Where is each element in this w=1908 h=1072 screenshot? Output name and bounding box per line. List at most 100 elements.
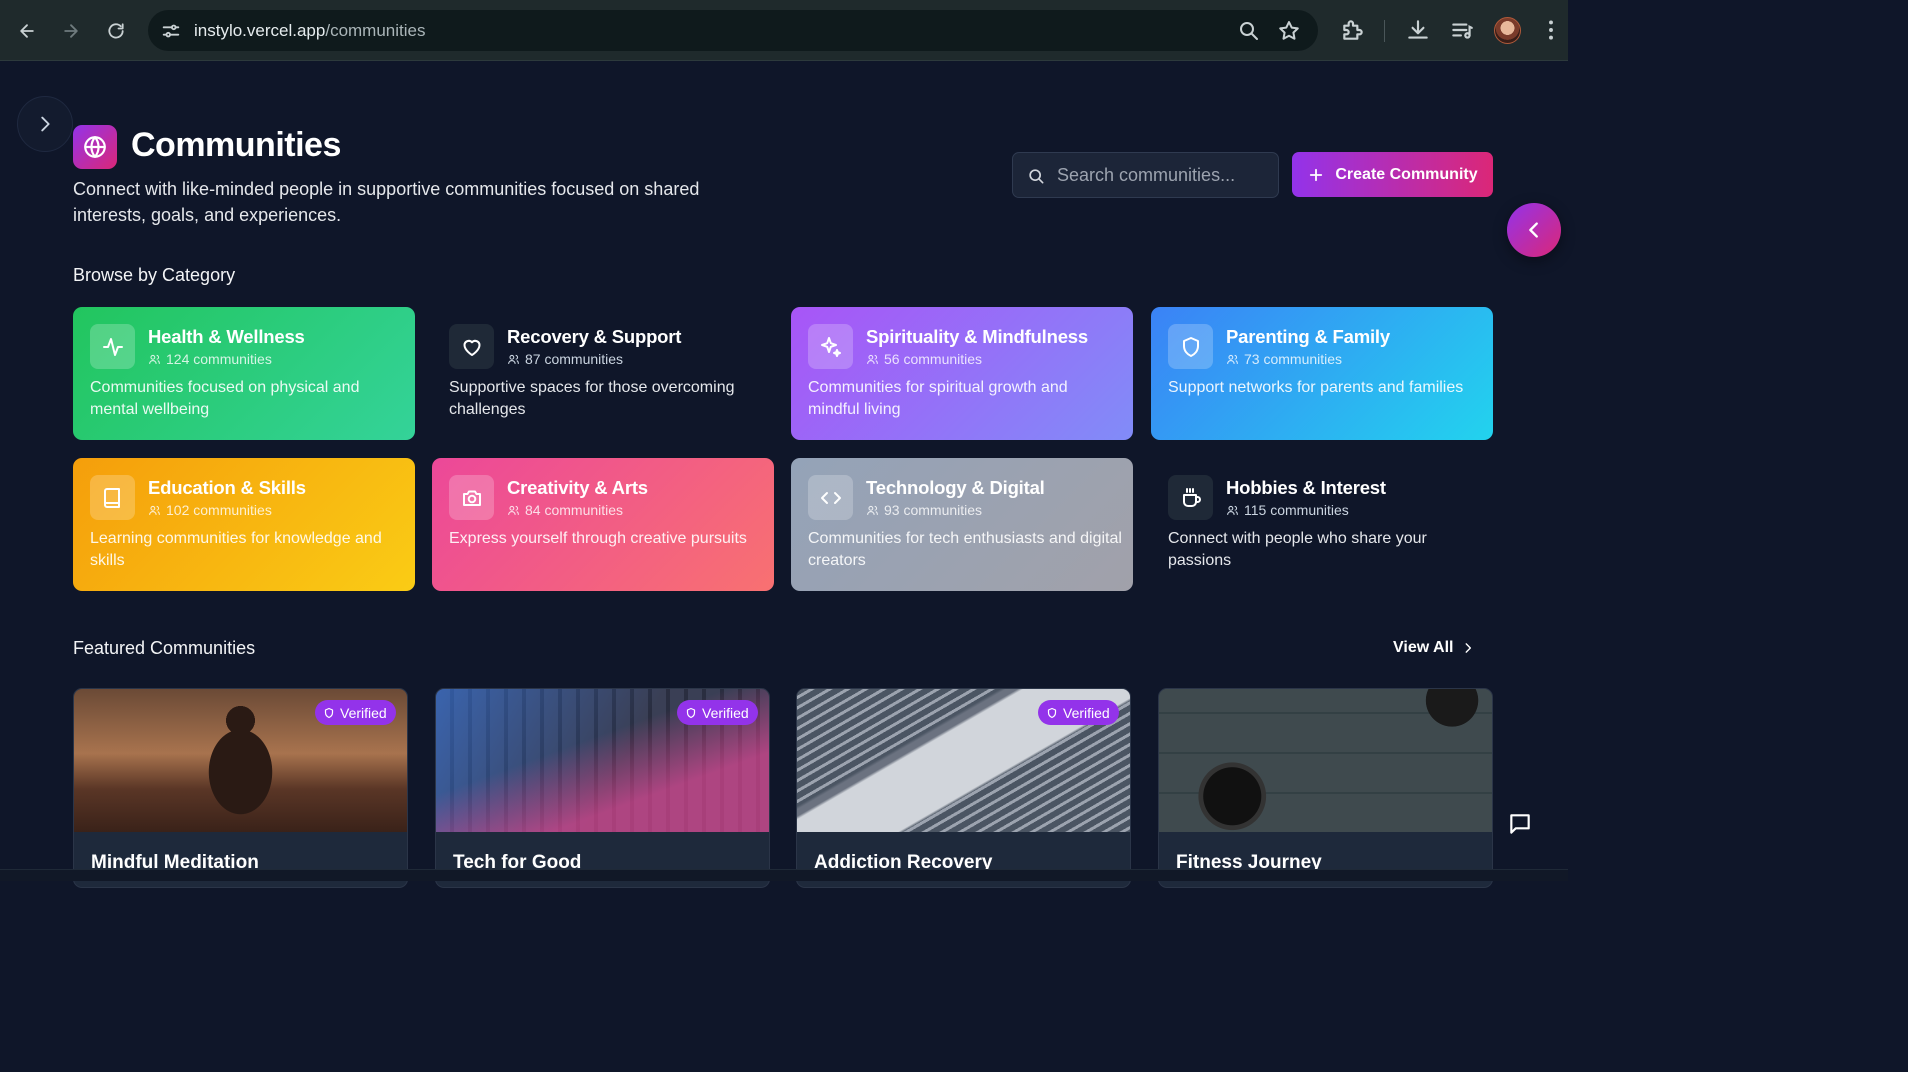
shield-icon [1182,336,1199,357]
toolbar-divider [1384,20,1385,42]
search-box[interactable] [1012,152,1279,198]
category-description: Support networks for parents and familie… [1168,379,1464,396]
category-card-education[interactable]: Education & Skills 102 communities Learn… [73,458,415,591]
address-bar[interactable]: instylo.vercel.app/communities [148,10,1318,51]
barbell-image [1159,689,1492,832]
category-description: Communities focused on physical and ment… [90,379,360,418]
category-count: 84 communities [507,502,623,518]
sidebar-expand-button[interactable] [17,96,73,152]
horizontal-scrollbar[interactable] [0,869,1568,881]
category-count-text: 115 communities [1244,502,1349,518]
url-host: instylo.vercel.app [194,21,326,40]
verified-label: Verified [702,704,749,721]
extensions-icon[interactable] [1340,17,1366,43]
category-name: Hobbies & Interest [1226,477,1386,498]
url-path: /communities [325,21,426,40]
category-name: Creativity & Arts [507,477,648,498]
book-icon [103,487,120,508]
category-card-recovery[interactable]: Recovery & Support 87 communities Suppor… [432,307,774,440]
url-text: instylo.vercel.app/communities [194,21,425,41]
category-name: Health & Wellness [148,326,305,347]
featured-card-meditation[interactable]: Verified Mindful Meditation [73,688,408,888]
browse-category-heading: Browse by Category [73,265,236,285]
more-menu-icon[interactable] [1538,17,1564,43]
category-name: Parenting & Family [1226,326,1390,347]
reload-icon [108,23,124,39]
category-card-technology[interactable]: Technology & Digital 93 communities Comm… [791,458,1133,591]
shield-icon [686,707,696,718]
category-count: 73 communities [1226,351,1342,367]
arrow-right-icon [64,24,78,38]
category-icon-wrap [90,324,135,369]
category-card-hobbies[interactable]: Hobbies & Interest 115 communities Conne… [1151,458,1493,591]
category-description: Express yourself through creative pursui… [449,530,747,547]
profile-avatar[interactable] [1494,17,1521,44]
download-icon[interactable] [1405,17,1431,43]
page-description: Connect with like-minded people in suppo… [73,179,700,225]
verified-badge: Verified [677,700,758,725]
featured-card-tech[interactable]: Verified Tech for Good [435,688,770,888]
category-name: Education & Skills [148,477,306,498]
featured-card-fitness[interactable]: Fitness Journey [1158,688,1493,888]
bookmark-star-icon[interactable] [1277,19,1301,43]
featured-heading: Featured Communities [73,638,256,658]
category-description: Communities for tech enthusiasts and dig… [808,530,1122,569]
category-card-creativity[interactable]: Creativity & Arts 84 communities Express… [432,458,774,591]
category-description: Learning communities for knowledge and s… [90,530,382,569]
category-name: Spirituality & Mindfulness [866,326,1088,347]
category-description: Communities for spiritual growth and min… [808,379,1068,418]
category-count-text: 102 communities [166,502,272,518]
users-icon [508,505,519,515]
zoom-icon[interactable] [1237,19,1261,43]
back-button[interactable] [12,16,42,46]
chevron-right-icon [1466,643,1472,653]
category-count: 87 communities [507,351,623,367]
category-count: 93 communities [866,502,982,518]
verified-badge: Verified [315,700,396,725]
users-icon [508,354,519,364]
category-card-health[interactable]: Health & Wellness 124 communities Commun… [73,307,415,440]
category-card-spirituality[interactable]: Spirituality & Mindfulness 56 communitie… [791,307,1133,440]
verified-badge: Verified [1038,700,1119,725]
chat-button[interactable] [1497,801,1543,847]
featured-card-recovery[interactable]: Verified Addiction Recovery [796,688,1131,888]
category-icon-wrap [1168,475,1213,520]
reload-button[interactable] [101,16,131,46]
category-count: 56 communities [866,351,982,367]
users-icon [149,505,160,515]
category-card-parenting[interactable]: Parenting & Family 73 communities Suppor… [1151,307,1493,440]
create-community-label: Create Community [1335,165,1478,183]
users-icon [867,354,878,364]
users-icon [1227,354,1238,364]
category-icon-wrap [808,475,853,520]
panel-collapse-button[interactable] [1507,203,1561,257]
arrow-left-icon [20,24,34,38]
category-name: Technology & Digital [866,477,1045,498]
globe-icon [84,136,106,158]
category-count-text: 84 communities [525,502,624,518]
verified-label: Verified [340,704,387,721]
category-count-text: 56 communities [884,351,983,367]
site-settings-icon[interactable] [160,20,182,42]
category-name: Recovery & Support [507,326,682,347]
create-community-button[interactable]: Create Community [1292,152,1493,197]
chevron-right-icon [41,116,50,132]
forward-button[interactable] [56,16,86,46]
communities-logo [73,125,117,169]
browser-toolbar: instylo.vercel.app/communities [0,0,1568,61]
category-icon-wrap [90,475,135,520]
search-input[interactable] [1057,153,1272,197]
category-icon-wrap [808,324,853,369]
category-icon-wrap [449,324,494,369]
chevron-left-icon [1529,222,1538,238]
activity-icon [102,337,123,356]
category-description: Supportive spaces for those overcoming c… [449,379,735,418]
code-icon [820,491,841,504]
shield-icon [324,707,334,718]
search-icon [1029,169,1044,184]
media-control-icon[interactable] [1449,17,1475,43]
category-icon-wrap [1168,324,1213,369]
view-all-label: View All [1393,639,1454,656]
view-all-link[interactable]: View All [1393,639,1475,657]
heart-icon [463,339,480,356]
